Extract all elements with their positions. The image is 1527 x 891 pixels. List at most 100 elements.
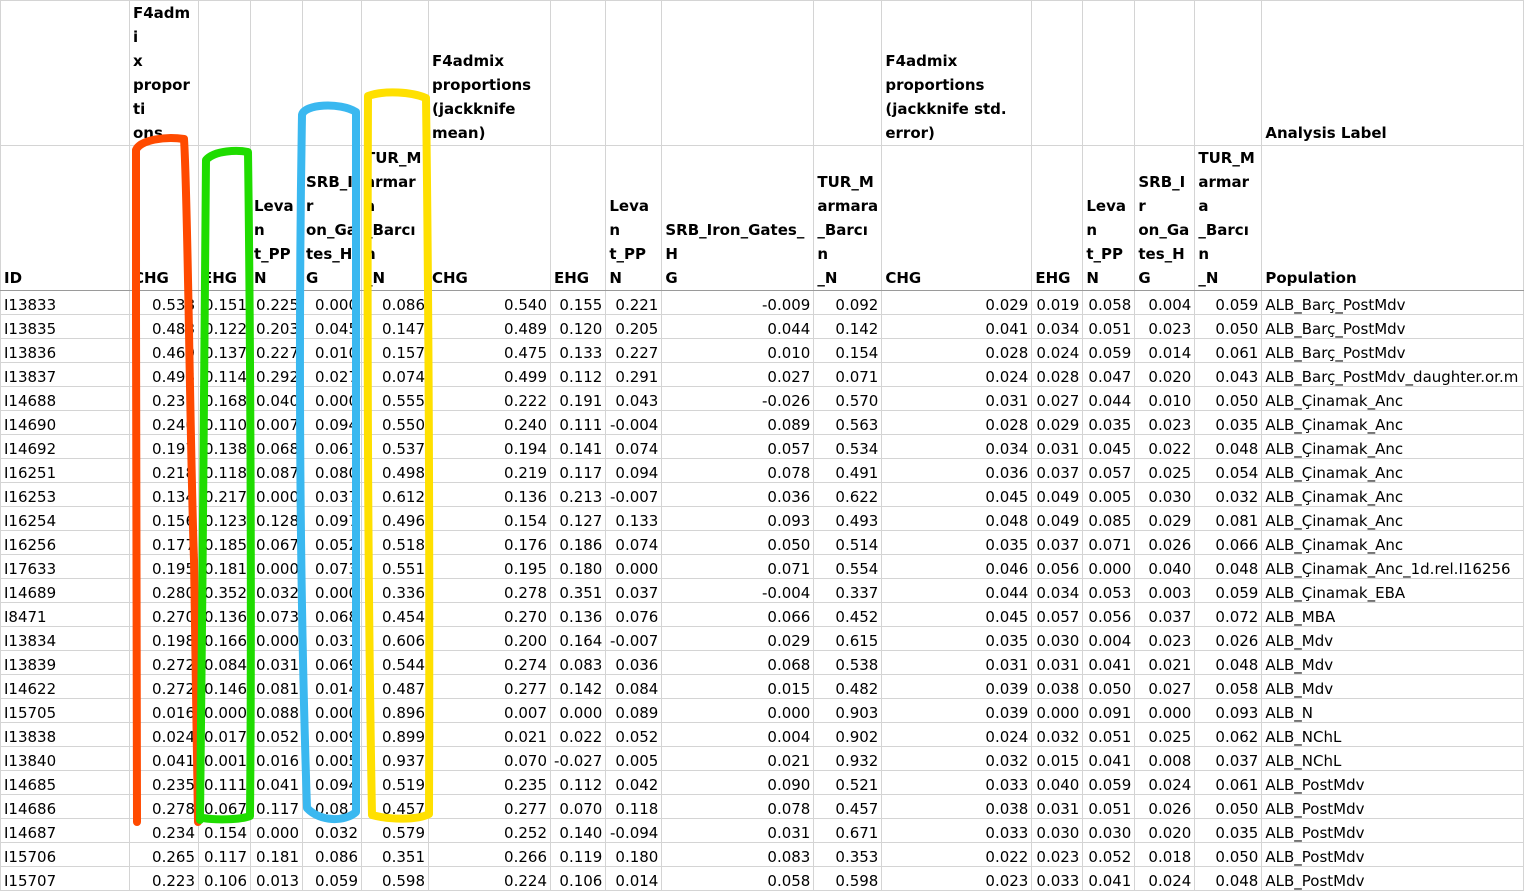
cell-jk-mean-chg[interactable]: 0.240 [428,410,551,435]
cell-jk-mean-ehg[interactable]: 0.140 [549,818,607,843]
cell-jk-mean-srb-iron-gates-hg[interactable]: 0.010 [661,338,815,363]
cell-jk-mean-levant-ppn[interactable]: 0.037 [605,578,663,603]
cell-jk-mean-tur-marmara-barcin-n[interactable]: 0.071 [813,362,883,387]
cell-jk-mean-chg[interactable]: 0.278 [428,578,551,603]
cell-jk-se-tur-marmara-barcin-n[interactable]: 0.081 [1194,506,1263,531]
cell-jk-mean-levant-ppn[interactable]: 0.084 [605,674,663,699]
cell-jk-se-levant-ppn[interactable]: 0.091 [1082,698,1136,723]
cell-jk-mean-srb-iron-gates-hg[interactable]: 0.031 [661,818,815,843]
cell-jk-mean-srb-iron-gates-hg[interactable]: 0.036 [661,482,815,507]
cell-jk-se-tur-marmara-barcin-n[interactable]: 0.066 [1194,530,1263,555]
cell-jk-se-tur-marmara-barcin-n[interactable]: 0.037 [1194,746,1263,771]
cell-jk-se-tur-marmara-barcin-n[interactable]: 0.072 [1194,602,1263,627]
cell-srb-iron-gates-hg[interactable]: 0.080 [302,458,362,483]
cell-jk-se-ehg[interactable]: 0.034 [1031,578,1084,603]
cell-jk-se-levant-ppn[interactable]: 0.050 [1082,674,1136,699]
cell-jk-se-tur-marmara-barcin-n[interactable]: 0.062 [1194,722,1263,747]
cell-ehg[interactable]: 0.067 [198,794,251,819]
cell-jk-mean-chg[interactable]: 0.136 [428,482,551,507]
cell-jk-mean-chg[interactable]: 0.007 [428,698,551,723]
cell-jk-mean-tur-marmara-barcin-n[interactable]: 0.337 [813,578,883,603]
cell-ehg[interactable]: 0.151 [198,290,251,315]
cell-jk-mean-tur-marmara-barcin-n[interactable]: 0.534 [813,434,883,459]
cell-jk-se-srb-iron-gates-hg[interactable]: 0.040 [1134,554,1196,579]
cell-jk-se-levant-ppn[interactable]: 0.052 [1082,842,1136,867]
cell-jk-mean-ehg[interactable]: 0.213 [549,482,607,507]
cell-tur-marmara-barcin-n[interactable]: 0.496 [361,506,429,531]
cell-levant-ppn[interactable]: 0.041 [250,770,303,795]
cell-jk-se-chg[interactable]: 0.041 [881,314,1033,339]
cell-ehg[interactable]: 0.106 [198,866,251,891]
cell-tur-marmara-barcin-n[interactable]: 0.555 [361,386,429,411]
cell-ehg[interactable]: 0.168 [198,386,251,411]
cell-srb-iron-gates-hg[interactable]: 0.094 [302,410,362,435]
cell-srb-iron-gates-hg[interactable]: 0.005 [302,746,362,771]
cell-jk-mean-ehg[interactable]: 0.141 [549,434,607,459]
cell-tur-marmara-barcin-n[interactable]: 0.579 [361,818,429,843]
cell-jk-se-srb-iron-gates-hg[interactable]: 0.024 [1134,866,1196,891]
cell-jk-se-ehg[interactable]: 0.040 [1031,770,1084,795]
cell-jk-se-chg[interactable]: 0.024 [881,362,1033,387]
cell-jk-se-chg[interactable]: 0.038 [881,794,1033,819]
cell-id[interactable]: I14690 [0,410,130,435]
cell-jk-mean-tur-marmara-barcin-n[interactable]: 0.142 [813,314,883,339]
cell-ehg[interactable]: 0.110 [198,410,251,435]
cell-ehg[interactable]: 0.117 [198,842,251,867]
cell-chg[interactable]: 0.272 [129,674,199,699]
cell-chg[interactable]: 0.223 [129,866,199,891]
cell-ehg[interactable]: 0.154 [198,818,251,843]
cell-chg[interactable]: 0.270 [129,602,199,627]
cell-tur-marmara-barcin-n[interactable]: 0.351 [361,842,429,867]
cell-population[interactable]: ALB_Çinamak_Anc [1261,506,1525,531]
cell-tur-marmara-barcin-n[interactable]: 0.551 [361,554,429,579]
cell-jk-se-srb-iron-gates-hg[interactable]: 0.020 [1134,362,1196,387]
cell-jk-se-chg[interactable]: 0.023 [881,866,1033,891]
cell-population[interactable]: ALB_PostMdv [1261,842,1525,867]
cell-jk-se-tur-marmara-barcin-n[interactable]: 0.050 [1194,794,1263,819]
cell-population[interactable]: ALB_PostMdv [1261,794,1525,819]
cell-jk-mean-ehg[interactable]: 0.164 [549,626,607,651]
cell-jk-mean-srb-iron-gates-hg[interactable]: 0.057 [661,434,815,459]
cell-population[interactable]: ALB_Çinamak_Anc [1261,458,1525,483]
cell-jk-mean-tur-marmara-barcin-n[interactable]: 0.902 [813,722,883,747]
cell-jk-se-chg[interactable]: 0.034 [881,434,1033,459]
group-header-tur-marmara-barcin-n[interactable] [361,0,429,146]
cell-population[interactable]: ALB_Barç_PostMdv [1261,314,1525,339]
cell-jk-se-tur-marmara-barcin-n[interactable]: 0.035 [1194,410,1263,435]
cell-jk-se-tur-marmara-barcin-n[interactable]: 0.050 [1194,386,1263,411]
column-header-id[interactable]: ID [0,145,130,291]
cell-jk-se-srb-iron-gates-hg[interactable]: 0.026 [1134,530,1196,555]
cell-jk-se-ehg[interactable]: 0.023 [1031,842,1084,867]
cell-jk-mean-srb-iron-gates-hg[interactable]: 0.093 [661,506,815,531]
column-header-chg[interactable]: CHG [129,145,199,291]
cell-population[interactable]: ALB_PostMdv [1261,866,1525,891]
column-header-srb-iron-gates-hg[interactable]: SRB_Ir on_Ga tes_HG [302,145,362,291]
cell-chg[interactable]: 0.493 [129,362,199,387]
cell-jk-mean-levant-ppn[interactable]: 0.227 [605,338,663,363]
cell-jk-se-levant-ppn[interactable]: 0.030 [1082,818,1136,843]
cell-jk-mean-tur-marmara-barcin-n[interactable]: 0.903 [813,698,883,723]
cell-jk-mean-ehg[interactable]: 0.120 [549,314,607,339]
group-header-jk-mean-levant-ppn[interactable] [605,0,663,146]
cell-chg[interactable]: 0.234 [129,818,199,843]
cell-tur-marmara-barcin-n[interactable]: 0.074 [361,362,429,387]
cell-chg[interactable]: 0.483 [129,314,199,339]
cell-levant-ppn[interactable]: 0.000 [250,626,303,651]
cell-tur-marmara-barcin-n[interactable]: 0.598 [361,866,429,891]
cell-jk-se-ehg[interactable]: 0.028 [1031,362,1084,387]
cell-population[interactable]: ALB_Mdv [1261,626,1525,651]
cell-jk-mean-levant-ppn[interactable]: 0.133 [605,506,663,531]
cell-tur-marmara-barcin-n[interactable]: 0.487 [361,674,429,699]
cell-jk-se-tur-marmara-barcin-n[interactable]: 0.048 [1194,434,1263,459]
cell-jk-se-ehg[interactable]: 0.031 [1031,650,1084,675]
cell-jk-se-tur-marmara-barcin-n[interactable]: 0.093 [1194,698,1263,723]
column-header-jk-se-srb-iron-gates-hg[interactable]: SRB_Ir on_Ga tes_HG [1134,145,1196,291]
cell-jk-mean-levant-ppn[interactable]: 0.094 [605,458,663,483]
group-header-jk-se-srb-iron-gates-hg[interactable] [1134,0,1196,146]
cell-jk-mean-chg[interactable]: 0.224 [428,866,551,891]
cell-jk-se-srb-iron-gates-hg[interactable]: 0.030 [1134,482,1196,507]
cell-chg[interactable]: 0.278 [129,794,199,819]
cell-id[interactable]: I14688 [0,386,130,411]
cell-jk-se-ehg[interactable]: 0.031 [1031,434,1084,459]
cell-jk-mean-chg[interactable]: 0.176 [428,530,551,555]
